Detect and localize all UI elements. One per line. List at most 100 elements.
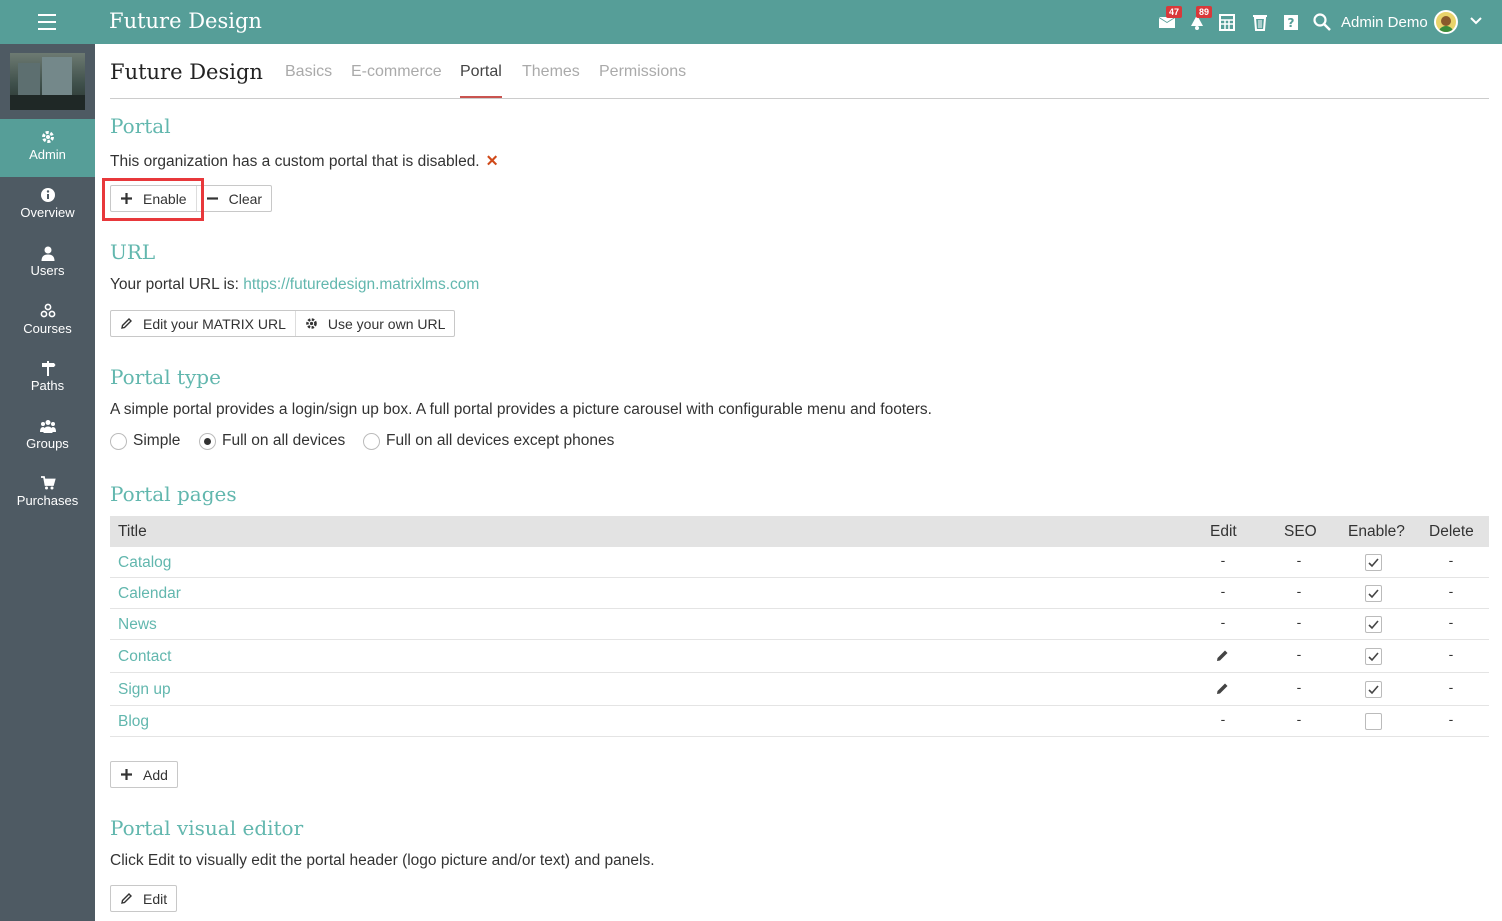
radio-simple[interactable]: Simple	[110, 432, 180, 450]
sidebar-item-label: Paths	[30, 378, 65, 393]
delete-cell[interactable]: -	[1441, 646, 1461, 662]
sidebar-item-groups[interactable]: Groups	[0, 408, 95, 466]
info-icon	[40, 188, 55, 202]
user-icon	[41, 246, 54, 261]
edit-cell: -	[1220, 614, 1226, 630]
tab-divider	[110, 98, 1489, 99]
menu-icon[interactable]	[38, 14, 56, 30]
avatar[interactable]	[1434, 10, 1458, 34]
tab-themes[interactable]: Themes	[522, 63, 580, 99]
page-title-link[interactable]: Blog	[118, 713, 149, 731]
enable-checkbox-checked[interactable]	[1365, 616, 1382, 633]
table-row: Contact - -	[110, 640, 1489, 673]
add-label: Add	[143, 766, 168, 783]
sidebar-item-courses[interactable]: Courses	[0, 293, 95, 351]
table-row: Catalog - - -	[110, 547, 1489, 578]
sidebar-item-label: Purchases	[16, 493, 79, 508]
enable-checkbox-checked[interactable]	[1365, 585, 1382, 602]
svg-text:?: ?	[1288, 16, 1295, 30]
chevron-down-icon[interactable]	[1469, 14, 1483, 28]
table-body: Catalog - - - Calendar - - - News - - - Contact - - Sig…	[110, 547, 1489, 737]
tab-portal[interactable]: Portal	[460, 63, 502, 99]
radio-full-except-phones[interactable]: Full on all devices except phones	[363, 432, 614, 450]
portal-url-line: Your portal URL is: https://futuredesign…	[110, 276, 479, 294]
radio-full-all-devices[interactable]: Full on all devices	[199, 432, 345, 450]
radio-label: Full on all devices except phones	[386, 432, 615, 449]
signpost-icon	[41, 361, 55, 376]
seo-cell: -	[1296, 711, 1302, 727]
user-menu[interactable]: Admin Demo	[1341, 14, 1428, 31]
seo-cell: -	[1296, 646, 1302, 662]
column-delete: Delete	[1429, 523, 1474, 540]
tab-basics[interactable]: Basics	[285, 63, 332, 99]
search-icon[interactable]	[1312, 12, 1332, 32]
column-title: Title	[118, 523, 147, 540]
clear-button[interactable]: Clear	[197, 186, 271, 211]
portal-pages-table: Title Edit SEO Enable? Delete Catalog - - -…	[110, 516, 1489, 737]
page-title-link[interactable]: Catalog	[118, 554, 171, 572]
table-row: News - - -	[110, 609, 1489, 640]
portal-type-description: A simple portal provides a login/sign up…	[110, 401, 932, 418]
tab-permissions[interactable]: Permissions	[599, 63, 686, 99]
seo-cell: -	[1296, 552, 1302, 568]
enable-checkbox[interactable]	[1365, 713, 1382, 730]
help-icon[interactable]: ?	[1281, 12, 1301, 32]
sidebar-item-overview[interactable]: Overview	[0, 177, 95, 235]
clear-label: Clear	[228, 190, 263, 207]
group-icon	[39, 420, 56, 433]
portal-type-heading: Portal type	[110, 365, 221, 389]
tab-ecommerce[interactable]: E-commerce	[351, 63, 442, 99]
column-edit: Edit	[1210, 523, 1237, 540]
edit-cell: -	[1220, 711, 1226, 727]
visual-editor-description: Click Edit to visually edit the portal h…	[110, 852, 655, 869]
column-enable: Enable?	[1348, 523, 1405, 540]
table-header: Title Edit SEO Enable? Delete	[110, 516, 1489, 547]
page-title-link[interactable]: Calendar	[118, 585, 181, 603]
enable-checkbox-checked[interactable]	[1365, 648, 1382, 665]
delete-cell[interactable]: -	[1441, 552, 1461, 568]
cart-icon	[40, 476, 56, 490]
notifications-icon[interactable]: 89	[1187, 6, 1213, 32]
plus-icon	[121, 769, 132, 780]
sidebar-item-users[interactable]: Users	[0, 235, 95, 293]
app-title[interactable]: Future Design	[109, 9, 262, 33]
enable-checkbox-checked[interactable]	[1365, 681, 1382, 698]
enable-checkbox-checked[interactable]	[1365, 554, 1382, 571]
page-title-link[interactable]: Contact	[118, 648, 171, 666]
table-row: Calendar - - -	[110, 578, 1489, 609]
radio-circle	[363, 432, 380, 450]
sidebar-item-admin[interactable]: Admin	[0, 119, 95, 177]
edit-matrix-url-button[interactable]: Edit your MATRIX URL	[111, 311, 296, 336]
delete-cell[interactable]: -	[1441, 614, 1461, 630]
visual-edit-button[interactable]: Edit	[111, 886, 176, 911]
url-heading: URL	[110, 240, 156, 264]
sidebar-item-purchases[interactable]: Purchases	[0, 465, 95, 523]
portal-pages-heading: Portal pages	[110, 482, 237, 506]
delete-cell[interactable]: -	[1441, 583, 1461, 599]
portal-heading: Portal	[110, 114, 171, 138]
minus-icon	[206, 197, 218, 200]
portal-status-text: This organization has a custom portal th…	[110, 153, 480, 170]
page-title-link[interactable]: News	[118, 616, 157, 634]
disabled-x-icon[interactable]: ✕	[486, 153, 499, 170]
sidebar-item-paths[interactable]: Paths	[0, 350, 95, 408]
top-bar: Future Design 47 89 ? Admin Demo	[0, 0, 1502, 44]
use-own-url-label: Use your own URL	[327, 315, 446, 332]
edit-cell: -	[1220, 552, 1226, 568]
delete-cell[interactable]: -	[1441, 679, 1461, 695]
pencil-icon[interactable]	[1215, 649, 1229, 663]
delete-cell[interactable]: -	[1441, 711, 1461, 727]
add-page-button[interactable]: Add	[111, 762, 177, 787]
pencil-icon[interactable]	[1215, 682, 1229, 696]
sidebar-item-label: Groups	[26, 436, 69, 451]
gear-icon	[306, 318, 317, 329]
calendar-icon[interactable]	[1217, 12, 1237, 32]
messages-icon[interactable]: 47	[1157, 6, 1183, 32]
use-own-url-button[interactable]: Use your own URL	[296, 311, 455, 336]
radio-label: Simple	[133, 432, 181, 449]
page-title-link[interactable]: Sign up	[118, 681, 171, 699]
trash-icon[interactable]	[1250, 12, 1270, 32]
messages-badge: 47	[1166, 6, 1183, 18]
organization-logo[interactable]	[10, 53, 85, 110]
portal-url-link[interactable]: https://futuredesign.matrixlms.com	[243, 276, 479, 293]
